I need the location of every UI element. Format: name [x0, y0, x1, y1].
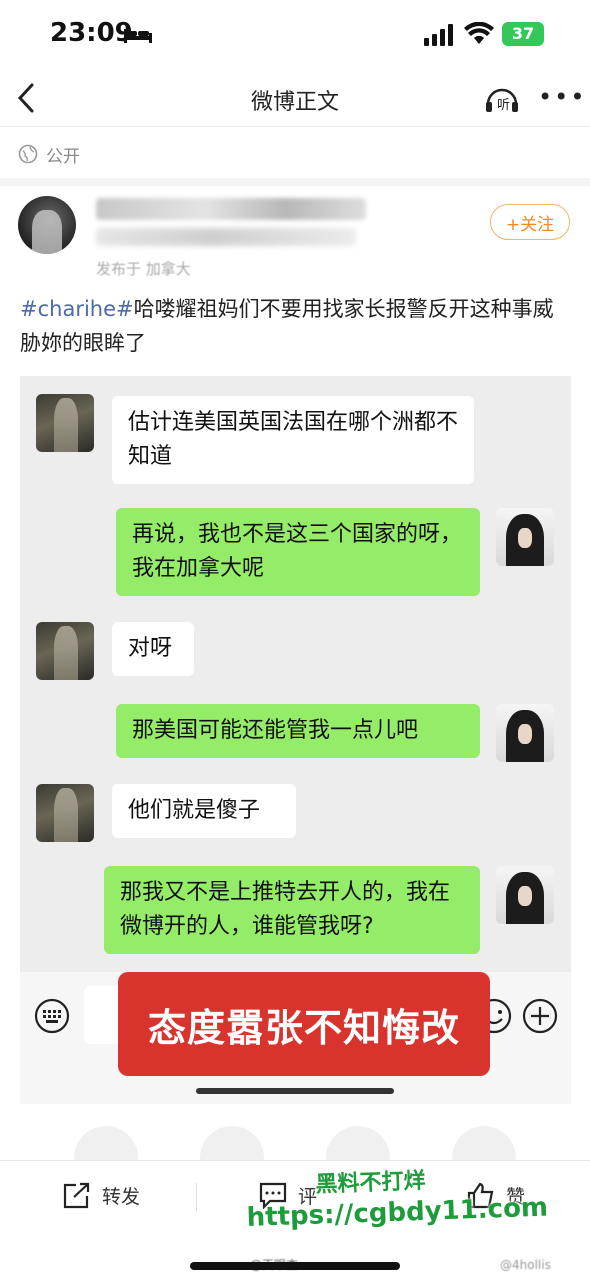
post-text: #charihe#哈喽耀祖妈们不要用找家长报警反开这种事威胁妳的眼眸了 — [20, 292, 570, 360]
chat-avatar-right — [496, 508, 554, 566]
globe-icon — [18, 144, 38, 164]
screenshot-home-indicator — [196, 1088, 394, 1094]
chat-message: 再说，我也不是这三个国家的呀，我在加拿大呢 — [116, 508, 480, 596]
reaction-icon[interactable] — [326, 1126, 390, 1160]
visibility-text: 公开 — [46, 146, 80, 167]
credit-right: @4hollis — [500, 1258, 551, 1272]
chat-message: 估计连美国英国法国在哪个洲都不知道 — [112, 396, 474, 484]
chat-message: 他们就是傻子 — [112, 784, 296, 838]
author-name-blurred[interactable] — [96, 198, 366, 220]
more-options-icon[interactable]: ••• — [538, 85, 586, 109]
watermark: 黑料不打烊 https://cgbdy11.com — [245, 1159, 548, 1233]
status-time: 23:09 — [50, 18, 133, 48]
listen-icon[interactable]: 听 — [484, 80, 524, 114]
home-indicator — [190, 1262, 400, 1270]
author-avatar[interactable] — [18, 196, 76, 254]
chat-avatar-left — [36, 394, 94, 452]
caption-banner: 态度嚣张不知悔改 — [118, 972, 490, 1076]
section-gap — [0, 178, 590, 186]
reaction-icon[interactable] — [74, 1126, 138, 1160]
reaction-icon[interactable] — [200, 1126, 264, 1160]
battery-indicator: 37 — [502, 22, 544, 46]
chat-avatar-right — [496, 866, 554, 924]
chat-avatar-right — [496, 704, 554, 762]
chat-avatar-left — [36, 784, 94, 842]
chat-avatar-left — [36, 622, 94, 680]
visibility-label: 公开 — [18, 140, 80, 168]
status-bar: 23:09 37 — [0, 0, 590, 70]
post-meta: 发布于 加拿大 — [96, 260, 191, 278]
chat-message: 那我又不是上推特去开人的，我在微博开的人，谁能管我呀? — [104, 866, 480, 954]
toolbar-divider — [196, 1183, 197, 1211]
nav-divider — [0, 126, 590, 127]
nav-bar: 微博正文 听 ••• — [0, 70, 590, 126]
plus-icon — [522, 998, 558, 1034]
reaction-row — [0, 1114, 590, 1160]
repost-button[interactable]: 转发 — [62, 1181, 140, 1209]
wifi-icon — [464, 22, 494, 44]
chat-message: 那美国可能还能管我一点儿吧 — [116, 704, 480, 758]
repost-icon — [63, 1182, 90, 1209]
reaction-icon[interactable] — [452, 1126, 516, 1160]
keyboard-icon — [34, 998, 70, 1034]
sleep-mode-icon — [124, 29, 152, 43]
chat-message: 对呀 — [112, 622, 194, 676]
signal-icon — [424, 24, 453, 46]
repost-label: 转发 — [102, 1185, 141, 1208]
svg-text:听: 听 — [497, 98, 510, 113]
follow-button[interactable]: +关注 — [490, 204, 570, 240]
watermark-title: 黑料不打烊 — [315, 1168, 426, 1198]
author-source-blurred — [96, 228, 356, 246]
post-hashtag[interactable]: #charihe# — [20, 297, 134, 321]
